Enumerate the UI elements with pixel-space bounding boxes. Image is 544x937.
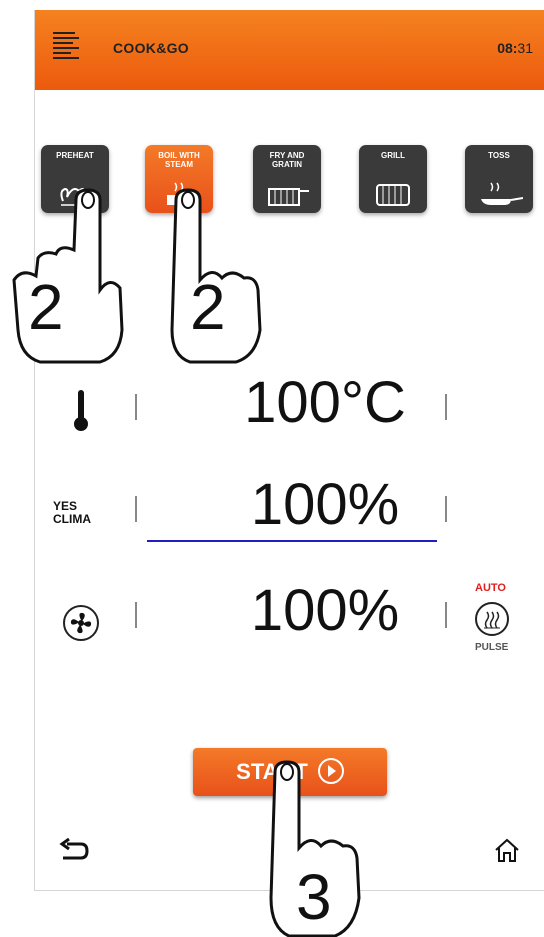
separator [135, 496, 137, 522]
pulse-label: PULSE [475, 642, 509, 653]
climate-slider-underline[interactable] [147, 540, 437, 542]
clock-minutes: 31 [517, 40, 533, 56]
back-icon[interactable] [59, 838, 89, 864]
pulse-icon[interactable] [475, 602, 509, 636]
separator [445, 496, 447, 522]
grill-icon [376, 184, 410, 206]
thermometer-icon [74, 390, 88, 431]
fry-basket-icon [268, 188, 309, 206]
step-number: 2 [190, 271, 226, 343]
temperature-value[interactable]: 100°C [175, 374, 475, 432]
step-number: 3 [296, 861, 332, 933]
yes-clima-icon: YES CLIMA [53, 499, 91, 526]
separator [445, 602, 447, 628]
auto-label: AUTO [475, 582, 506, 594]
mode-label: FRY AND GRATIN [269, 151, 305, 169]
mode-label: BOIL WITH STEAM [158, 151, 200, 169]
mode-grill-button[interactable]: GRILL [359, 145, 427, 213]
climate-value[interactable]: 100% [175, 476, 475, 534]
fan-icon [63, 605, 99, 641]
mode-toss-button[interactable]: TOSS [465, 145, 533, 213]
home-icon[interactable] [493, 836, 521, 864]
clock-hours: 08: [497, 40, 518, 56]
mode-label: TOSS [488, 151, 510, 160]
app-title: COOK&GO [113, 40, 189, 56]
separator [445, 394, 447, 420]
menu-icon[interactable] [53, 32, 79, 62]
app-header: COOK&GO 08:31 [35, 10, 544, 90]
step-number: 2 [28, 271, 64, 343]
pan-icon [481, 182, 523, 205]
mode-label: GRILL [381, 151, 405, 160]
mode-label: PREHEAT [56, 151, 94, 160]
fan-value[interactable]: 100% [175, 582, 475, 640]
clock: 08:31 [497, 40, 533, 56]
separator [135, 394, 137, 420]
separator [135, 602, 137, 628]
